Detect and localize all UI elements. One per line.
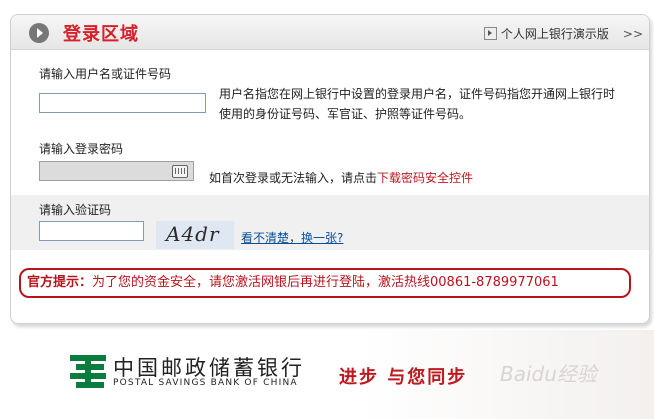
login-panel: 登录区域 个人网上银行演示版 >> 请输入用户名或证件号码 用户名指您在网上银行… [10,14,650,324]
captcha-image[interactable]: A4dr [156,221,234,249]
password-hint-text: 如首次登录或无法输入，请点击 [209,171,378,185]
captcha-label: 请输入验证码 [39,203,112,217]
bank-name-en: POSTAL SAVINGS BANK OF CHINA [113,378,298,388]
demo-link-label: 个人网上银行演示版 [500,27,609,41]
panel-title: 登录区域 [63,24,139,45]
demo-link[interactable]: 个人网上银行演示版 >> [483,25,643,42]
double-arrow-icon: >> [622,26,643,41]
slogan: 进步 与您同步 [339,367,468,388]
username-hint-line1: 用户名指您在网上银行中设置的登录用户名，证件号码指您开通网上银行时 [219,87,616,101]
play-box-icon [483,27,497,40]
username-label: 请输入用户名或证件号码 [39,67,172,81]
official-notice: 官方提示：为了您的资金安全，请您激活网银后再进行登陆，激活热线00861-878… [19,268,631,298]
keyboard-icon[interactable] [172,165,188,178]
password-label: 请输入登录密码 [39,142,124,156]
arrow-right-icon [29,23,49,43]
password-input[interactable] [39,161,194,181]
psbc-logo-icon [68,353,108,392]
notice-prefix: 官方提示： [27,275,93,290]
captcha-input[interactable] [39,221,144,241]
refresh-captcha-link[interactable]: 看不清楚，换一张? [241,229,343,246]
download-control-link[interactable]: 下载密码安全控件 [377,171,473,185]
username-input[interactable] [39,93,206,113]
username-hint-line2: 使用的身份证号码、军官证、护照等证件号码。 [219,107,472,121]
password-hint: 如首次登录或无法输入，请点击下载密码安全控件 [209,168,473,188]
notice-text: 为了您的资金安全，请您激活网银后再进行登陆，激活热线00861-87899770… [92,275,559,290]
watermark: Baidu经验 [500,362,597,386]
captcha-image-text: A4dr [166,222,220,246]
panel-header: 登录区域 个人网上银行演示版 >> [11,15,649,50]
